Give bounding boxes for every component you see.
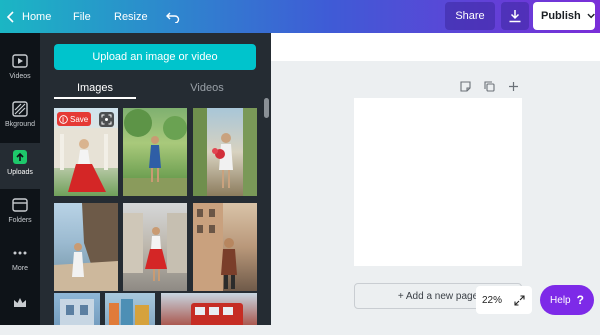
sidebar-item-videos[interactable]: Videos — [0, 47, 40, 93]
active-tab-indicator — [54, 97, 136, 99]
chevron-left-icon — [6, 10, 14, 23]
left-sidebar: Videos Bkground Uploads Folders More — [0, 33, 40, 325]
note-icon — [459, 80, 471, 92]
sidebar-item-background[interactable]: Bkground — [0, 95, 40, 141]
help-label: Help — [550, 294, 571, 306]
uploaded-image[interactable]: Save — [54, 108, 118, 196]
photo-woman-red-street — [123, 213, 187, 281]
sidebar-item-more[interactable]: More — [0, 239, 40, 285]
photo-man-city — [193, 203, 237, 291]
download-button[interactable] — [501, 2, 529, 30]
file-menu[interactable]: File — [73, 0, 91, 33]
home-link[interactable]: Home — [6, 0, 51, 33]
uploaded-image[interactable] — [161, 293, 257, 325]
publish-label: Publish — [541, 10, 581, 22]
resize-label: Resize — [114, 10, 148, 23]
undo-icon — [166, 12, 180, 23]
video-icon — [12, 54, 28, 68]
duplicate-icon — [483, 80, 495, 92]
sidebar-item-label: Uploads — [7, 169, 33, 176]
photo-red-bus — [191, 303, 243, 325]
top-bar: Home File Resize Share Publish — [0, 0, 600, 33]
file-label: File — [73, 10, 91, 23]
tab-videos[interactable]: Videos — [166, 77, 248, 99]
share-button[interactable]: Share — [445, 2, 495, 30]
folder-icon — [12, 198, 28, 212]
background-icon — [12, 101, 28, 117]
publish-button[interactable]: Publish — [533, 2, 595, 30]
help-button[interactable]: Help ? — [540, 285, 594, 315]
chevron-down-icon — [587, 13, 595, 19]
save-image-badge[interactable]: Save — [57, 112, 91, 126]
photo-woman-flowers — [193, 108, 257, 196]
uploaded-image[interactable] — [123, 108, 187, 196]
uploaded-image[interactable] — [54, 203, 118, 291]
save-badge-label: Save — [70, 114, 89, 124]
undo-button[interactable] — [166, 0, 180, 33]
upload-media-button[interactable]: Upload an image or video — [54, 44, 256, 70]
question-mark-icon: ? — [576, 293, 584, 307]
duplicate-page-button[interactable] — [483, 80, 495, 92]
plus-icon — [508, 81, 518, 91]
sidebar-item-uploads[interactable]: Uploads — [0, 143, 40, 189]
uploaded-image[interactable] — [193, 203, 257, 291]
more-dots-icon — [13, 251, 27, 255]
pinterest-icon — [59, 114, 68, 124]
add-page-icon-button[interactable] — [507, 80, 519, 92]
uploaded-image[interactable] — [54, 293, 100, 325]
toolbar-strip — [271, 33, 600, 61]
page-notes-button[interactable] — [459, 80, 471, 92]
panel-scrollbar[interactable] — [264, 98, 269, 118]
photo-building-blue — [60, 299, 94, 325]
sidebar-item-premium[interactable] — [0, 289, 40, 335]
home-label: Home — [22, 10, 52, 23]
focus-frame-icon — [101, 114, 112, 125]
crown-icon — [14, 298, 26, 307]
zoom-control[interactable]: 22% — [476, 286, 532, 314]
fullscreen-icon[interactable] — [514, 294, 525, 306]
sidebar-item-label: More — [12, 265, 28, 272]
design-page[interactable] — [354, 98, 522, 266]
upload-cloud-icon — [13, 150, 27, 164]
zoom-level: 22% — [482, 294, 503, 306]
photo-woman-garden — [123, 109, 187, 196]
sidebar-item-label: Folders — [8, 217, 32, 224]
uploaded-image[interactable] — [105, 293, 155, 325]
uploaded-image[interactable] — [193, 108, 257, 196]
sidebar-item-label: Bkground — [5, 121, 35, 128]
share-label: Share — [455, 10, 485, 22]
photo-street-colorful — [109, 299, 149, 325]
sidebar-item-label: Videos — [9, 73, 31, 80]
download-icon — [509, 10, 521, 23]
image-menu-button[interactable] — [99, 112, 114, 127]
photo-woman-rocks — [54, 203, 118, 291]
uploads-panel: Upload an image or video Images Videos S… — [40, 33, 271, 325]
resize-menu[interactable]: Resize — [114, 0, 148, 33]
sidebar-item-folders[interactable]: Folders — [0, 191, 40, 237]
uploaded-image[interactable] — [123, 203, 187, 291]
tab-images[interactable]: Images — [54, 77, 136, 99]
